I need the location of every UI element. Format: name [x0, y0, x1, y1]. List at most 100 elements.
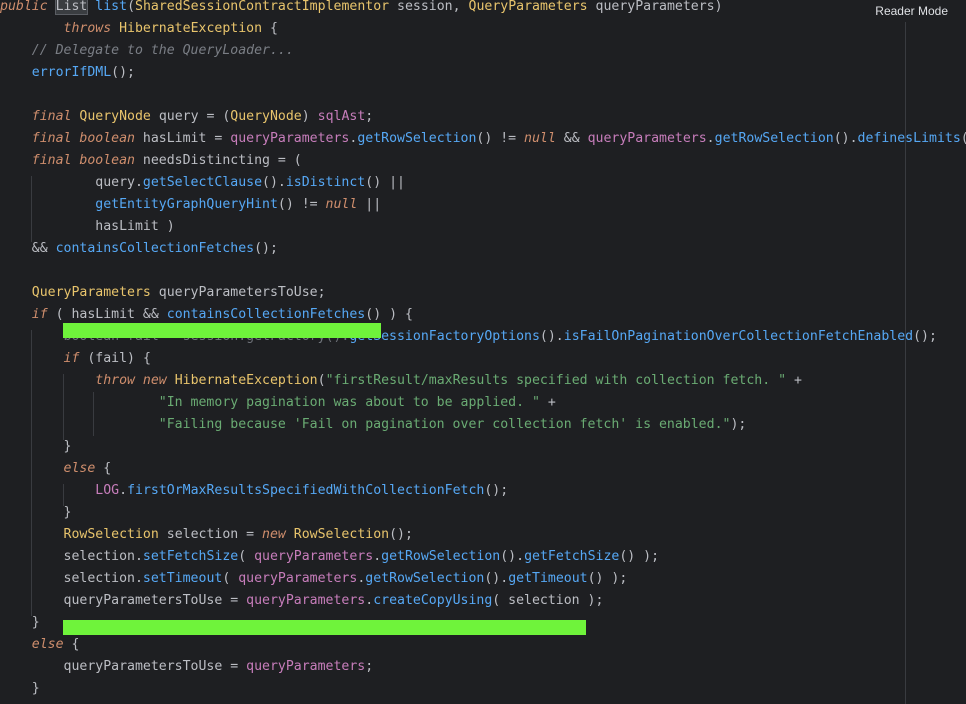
- code-line[interactable]: if (fail) {: [0, 348, 151, 370]
- code-token: (: [127, 0, 136, 14]
- code-token: setFetchSize: [142, 549, 239, 564]
- code-token: if: [63, 351, 80, 366]
- code-line[interactable]: }: [0, 502, 72, 524]
- code-line[interactable]: throw new HibernateException("firstResul…: [0, 370, 802, 392]
- code-token: .: [706, 131, 715, 146]
- reader-mode-button[interactable]: Reader Mode: [865, 0, 958, 22]
- code-token: queryParameters: [238, 571, 358, 586]
- code-line[interactable]: else {: [0, 634, 80, 656]
- code-token: "Failing because 'Fail on pagination ove…: [158, 417, 731, 432]
- code-token: ().: [539, 329, 564, 344]
- code-token: ().: [484, 571, 509, 586]
- code-token: RowSelection: [293, 527, 390, 542]
- code-line[interactable]: && containsCollectionFetches();: [0, 238, 278, 260]
- code-token: else: [31, 637, 64, 652]
- code-line[interactable]: getEntityGraphQueryHint() != null ||: [0, 194, 381, 216]
- code-token: () ) {: [365, 307, 413, 322]
- code-token: getRowSelection: [365, 571, 485, 586]
- code-token: queryParameters: [246, 593, 366, 608]
- code-token: &&: [0, 241, 56, 256]
- code-token: QueryNode: [230, 109, 302, 124]
- code-line[interactable]: }: [0, 612, 40, 634]
- code-token: setTimeout: [142, 571, 223, 586]
- code-line[interactable]: QueryParameters queryParametersToUse;: [0, 282, 326, 304]
- code-token: +: [786, 373, 802, 388]
- code-token: +: [539, 395, 556, 410]
- code-token: ().: [262, 175, 286, 190]
- code-token: ): [301, 109, 318, 124]
- code-token: hasLimit ): [0, 219, 175, 234]
- code-token: final boolean: [31, 131, 143, 146]
- code-token: (: [222, 571, 239, 586]
- code-token: containsCollectionFetches: [55, 241, 255, 256]
- code-line[interactable]: queryParametersToUse = queryParameters.c…: [0, 590, 604, 612]
- code-token: &&: [555, 131, 588, 146]
- code-token: queryParametersToUse =: [0, 593, 247, 608]
- code-editor[interactable]: public List list(SharedSessionContractIm…: [0, 0, 966, 704]
- code-token: queryParametersToUse;: [150, 285, 326, 300]
- code-token: () !=: [277, 197, 326, 212]
- code-token: LOG: [95, 483, 120, 498]
- code-line[interactable]: LOG.firstOrMaxResultsSpecifiedWithCollec…: [0, 480, 508, 502]
- code-line[interactable]: "Failing because 'Fail on pagination ove…: [0, 414, 747, 436]
- code-token: () ||: [365, 175, 405, 190]
- code-line[interactable]: query.getSelectClause().isDistinct() ||: [0, 172, 405, 194]
- code-token: QueryNode: [79, 109, 151, 124]
- code-token: firstOrMaxResultsSpecifiedWithCollection…: [127, 483, 485, 498]
- code-line[interactable]: }: [0, 436, 72, 458]
- code-line[interactable]: final boolean hasLimit = queryParameters…: [0, 128, 966, 150]
- code-token: // Delegate to the QueryLoader...: [31, 43, 294, 58]
- code-token: getEntityGraphQueryHint: [95, 197, 278, 212]
- code-line[interactable]: throws HibernateException {: [0, 18, 278, 40]
- code-token: errorIfDML: [31, 65, 112, 80]
- code-token: if: [31, 307, 48, 322]
- code-token: throw new: [95, 373, 175, 388]
- code-line[interactable]: queryParametersToUse = queryParameters;: [0, 656, 374, 678]
- code-token: ();: [961, 131, 966, 146]
- code-token: selection.: [0, 571, 143, 586]
- code-line[interactable]: }: [0, 678, 40, 700]
- code-token: SharedSessionContractImplementor: [135, 0, 390, 14]
- code-token: queryParameters: [254, 549, 374, 564]
- code-token: List: [54, 0, 89, 15]
- code-token: RowSelection: [63, 527, 159, 542]
- code-token: ().: [500, 549, 525, 564]
- code-token: list: [95, 0, 128, 14]
- code-token: );: [730, 417, 747, 432]
- redaction-bar: [63, 323, 381, 338]
- code-token: .: [365, 593, 374, 608]
- code-line[interactable]: "In memory pagination was about to be ap…: [0, 392, 556, 414]
- code-line[interactable]: hasLimit ): [0, 216, 175, 238]
- code-token: selection.: [0, 549, 143, 564]
- code-token: final: [31, 109, 80, 124]
- code-token: isFailOnPaginationOverCollectionFetchEna…: [563, 329, 914, 344]
- code-line[interactable]: RowSelection selection = new RowSelectio…: [0, 524, 413, 546]
- code-token: {: [95, 461, 112, 476]
- code-token: throws: [63, 21, 120, 36]
- code-token: ();: [913, 329, 937, 344]
- code-token: isDistinct: [285, 175, 366, 190]
- code-token: getTimeout: [508, 571, 588, 586]
- code-line[interactable]: public List list(SharedSessionContractIm…: [0, 0, 723, 18]
- code-line[interactable]: errorIfDML();: [0, 62, 135, 84]
- code-token: (: [317, 373, 326, 388]
- code-line[interactable]: selection.setTimeout( queryParameters.ge…: [0, 568, 628, 590]
- redaction-bar: [63, 620, 586, 635]
- code-line[interactable]: else {: [0, 458, 112, 480]
- code-line[interactable]: // Delegate to the QueryLoader...: [0, 40, 294, 62]
- code-token: ();: [254, 241, 278, 256]
- code-token: session,: [389, 0, 469, 14]
- code-token: getRowSelection: [381, 549, 501, 564]
- code-line[interactable]: final boolean needsDistincting = (: [0, 150, 302, 172]
- code-line[interactable]: selection.setFetchSize( queryParameters.…: [0, 546, 660, 568]
- code-line[interactable]: final QueryNode query = (QueryNode) sqlA…: [0, 106, 373, 128]
- code-token: ( hasLimit &&: [47, 307, 167, 322]
- code-token: }: [0, 505, 72, 520]
